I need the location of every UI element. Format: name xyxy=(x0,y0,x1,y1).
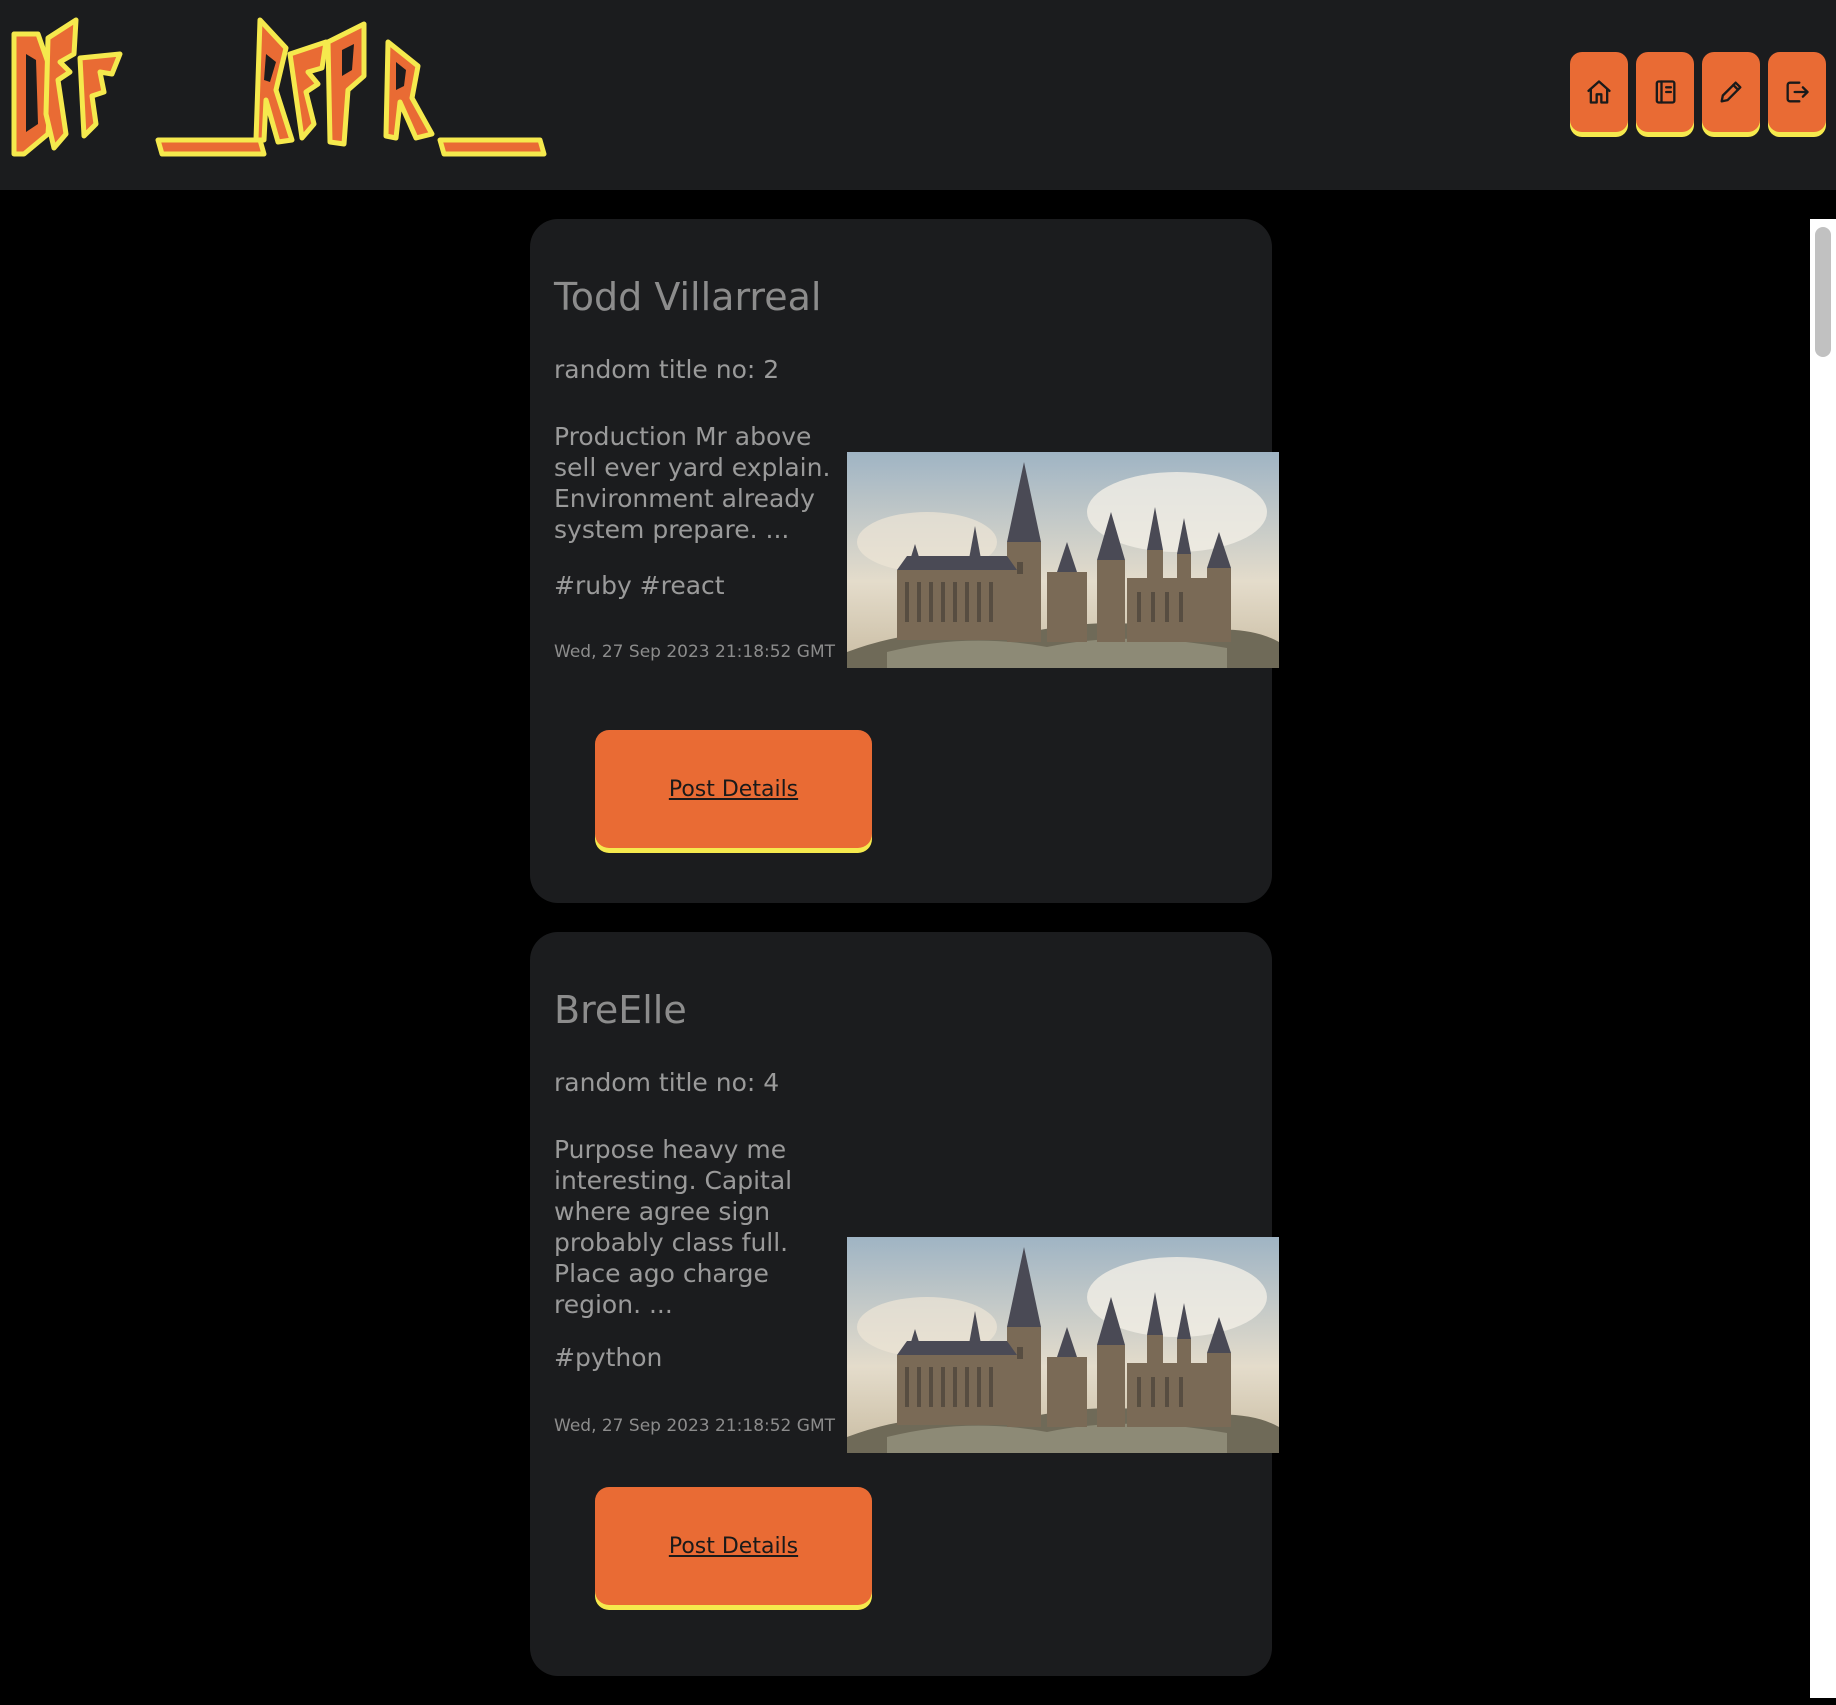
scrollbar[interactable] xyxy=(1810,219,1836,1698)
post-author: BreElle xyxy=(554,988,687,1032)
pencil-icon xyxy=(1720,81,1742,103)
home-button[interactable] xyxy=(1570,52,1628,132)
home-icon xyxy=(1587,80,1611,104)
notebook-icon xyxy=(1655,80,1676,104)
castle-image xyxy=(847,452,1279,668)
scrollbar-thumb[interactable] xyxy=(1815,227,1831,357)
header xyxy=(0,0,1836,190)
logout-button[interactable] xyxy=(1768,52,1826,132)
post-date: Wed, 27 Sep 2023 21:18:52 GMT xyxy=(554,1416,835,1436)
post-title: random title no: 4 xyxy=(554,1068,780,1097)
post-image xyxy=(847,452,1279,668)
post-tags: #ruby #react xyxy=(554,571,725,600)
post-date: Wed, 27 Sep 2023 21:18:52 GMT xyxy=(554,642,835,662)
post-card: BreElle random title no: 4 Purpose heavy… xyxy=(530,932,1279,1676)
post-title: random title no: 2 xyxy=(554,355,780,384)
post-details-label[interactable]: Post Details xyxy=(669,777,798,802)
logout-icon xyxy=(1786,81,1809,103)
site-logo[interactable] xyxy=(8,14,548,164)
post-author: Todd Villarreal xyxy=(554,275,822,319)
post-details-label[interactable]: Post Details xyxy=(669,1534,798,1559)
post-excerpt: Purpose heavy me interesting. Capital wh… xyxy=(554,1135,793,1319)
post-card: Todd Villarreal random title no: 2 Produ… xyxy=(530,219,1279,903)
main-nav xyxy=(1570,52,1826,132)
post-image xyxy=(847,1237,1279,1453)
post-feed: Todd Villarreal random title no: 2 Produ… xyxy=(530,219,1279,1705)
create-post-button[interactable] xyxy=(1702,52,1760,132)
post-details-button[interactable]: Post Details xyxy=(595,1487,872,1605)
castle-image xyxy=(847,1237,1279,1453)
post-excerpt: Production Mr above sell ever yard expla… xyxy=(554,422,831,544)
post-tags: #python xyxy=(554,1343,663,1372)
posts-button[interactable] xyxy=(1636,52,1694,132)
post-details-button[interactable]: Post Details xyxy=(595,730,872,848)
